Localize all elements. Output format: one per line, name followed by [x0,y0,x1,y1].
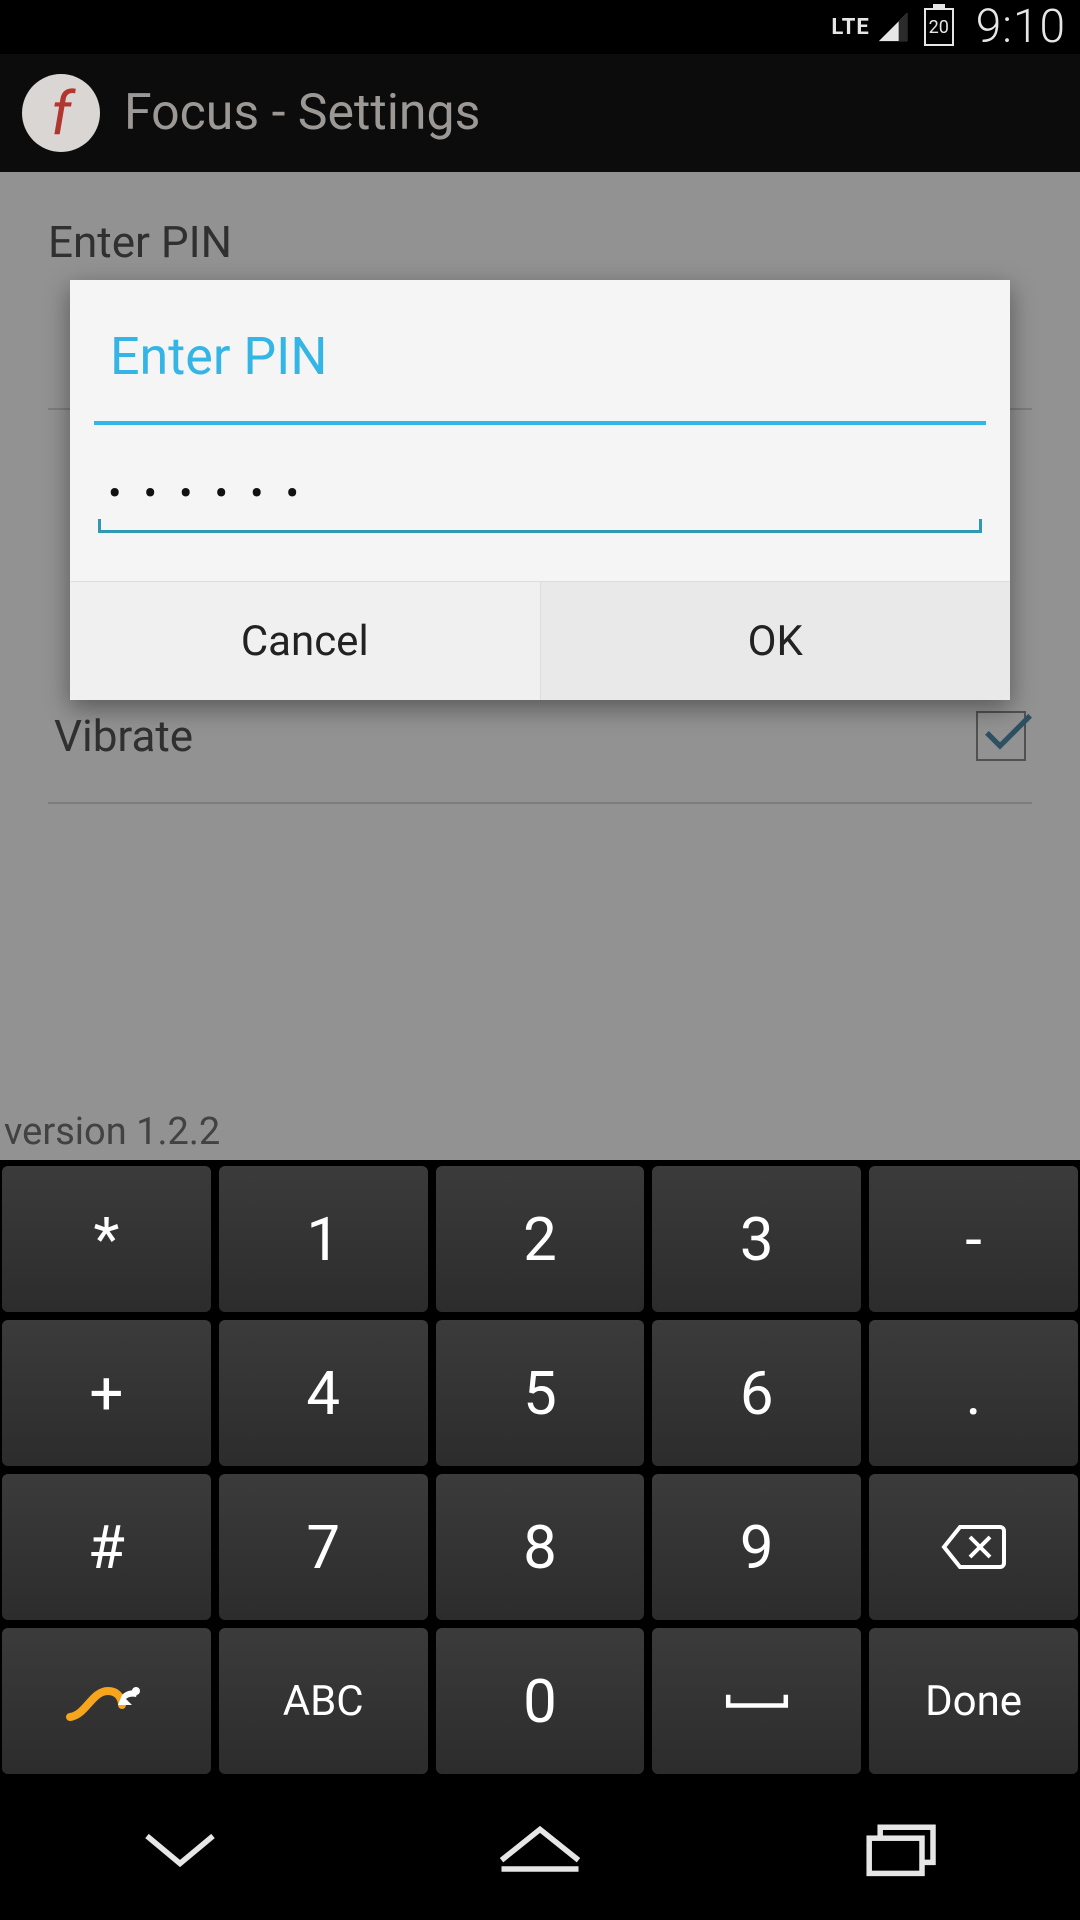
space-icon [721,1675,793,1727]
back-button[interactable] [125,1812,235,1882]
key-done[interactable]: Done [869,1628,1078,1774]
key-2[interactable]: 2 [436,1166,645,1312]
key-asterisk[interactable]: * [2,1166,211,1312]
key-5[interactable]: 5 [436,1320,645,1466]
status-bar: LTE 20 9:10 [0,0,1080,54]
key-8[interactable]: 8 [436,1474,645,1620]
enter-pin-dialog: Enter PIN Cancel OK [70,280,1010,700]
content-area: Enter PIN Vibrate version 1.2.2 Enter PI… [0,172,1080,1160]
soft-keyboard: *123- +456. #789 ABC0 Done [0,1160,1080,1774]
key-space[interactable] [652,1628,861,1774]
key-9[interactable]: 9 [652,1474,861,1620]
app-icon: f [22,74,100,152]
backspace-icon [938,1521,1010,1573]
key-minus[interactable]: - [869,1166,1078,1312]
key-1[interactable]: 1 [219,1166,428,1312]
key-0[interactable]: 0 [436,1628,645,1774]
key-4[interactable]: 4 [219,1320,428,1466]
home-button[interactable] [485,1812,595,1882]
key-backspace[interactable] [869,1474,1078,1620]
battery-icon: 20 [924,8,954,46]
cancel-button[interactable]: Cancel [70,582,540,700]
recent-apps-button[interactable] [845,1812,955,1882]
key-input-method[interactable] [2,1628,211,1774]
key-plus[interactable]: + [2,1320,211,1466]
clock: 9:10 [976,0,1066,54]
pin-input[interactable] [98,461,982,533]
key-hash[interactable]: # [2,1474,211,1620]
key-3[interactable]: 3 [652,1166,861,1312]
signal-icon [876,10,910,44]
ok-button[interactable]: OK [540,582,1011,700]
key-period[interactable]: . [869,1320,1078,1466]
battery-level-text: 20 [929,17,949,38]
dialog-button-bar: Cancel OK [70,581,1010,700]
network-type-label: LTE [831,15,869,40]
swype-icon [64,1673,148,1729]
app-icon-letter: f [51,78,71,149]
key-6[interactable]: 6 [652,1320,861,1466]
page-title: Focus - Settings [124,84,480,142]
navigation-bar [0,1774,1080,1920]
key-abc[interactable]: ABC [219,1628,428,1774]
key-7[interactable]: 7 [219,1474,428,1620]
action-bar: f Focus - Settings [0,54,1080,172]
dialog-title: Enter PIN [70,280,1010,421]
